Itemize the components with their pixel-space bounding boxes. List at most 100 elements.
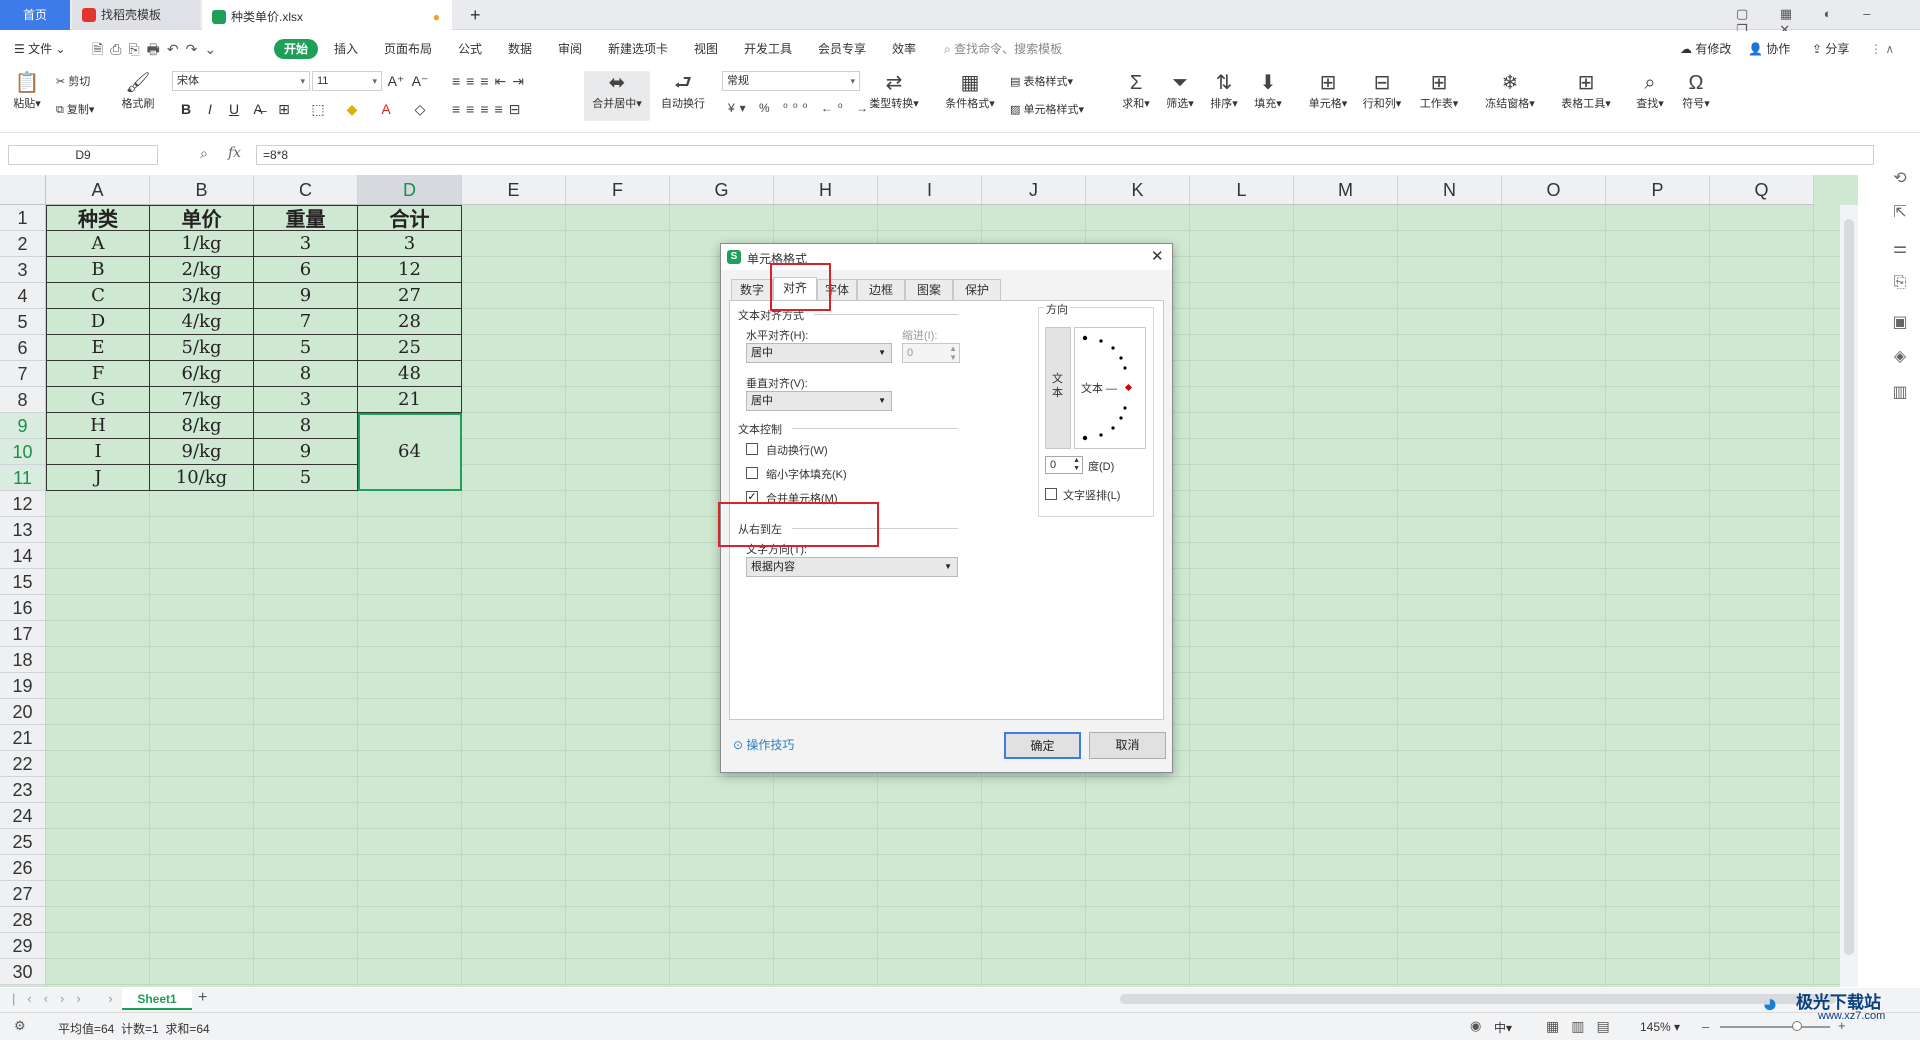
menu-review[interactable]: 审阅	[558, 31, 582, 67]
menu-developer[interactable]: 开发工具	[744, 31, 792, 67]
row-header[interactable]: 28	[0, 907, 46, 933]
decrease-font-icon[interactable]: A⁻	[410, 71, 430, 91]
collaborate-button[interactable]: 👤 协作	[1748, 31, 1790, 67]
type-convert-button[interactable]: ⇄ 类型转换▾	[864, 71, 924, 111]
table-cell[interactable]: 3	[358, 231, 462, 257]
table-cell[interactable]: 8/kg	[150, 413, 254, 439]
row-header[interactable]: 19	[0, 673, 46, 699]
menu-home[interactable]: 开始	[274, 39, 319, 59]
table-cell[interactable]: 5	[254, 335, 358, 361]
file-menu[interactable]: ☰ 文件 ⌄	[14, 31, 66, 67]
close-icon[interactable]: ✕	[1151, 247, 1164, 265]
table-cell[interactable]: 7	[254, 309, 358, 335]
tab-home[interactable]: 首页	[0, 0, 70, 30]
zoom-out-icon[interactable]: –	[1702, 1019, 1709, 1034]
wrap-text-button[interactable]: ⮐ 自动换行	[656, 71, 710, 111]
orientation-dial[interactable]: 文本 —	[1074, 327, 1146, 449]
table-cell[interactable]: 10/kg	[150, 465, 254, 491]
table-cell[interactable]: 25	[358, 335, 462, 361]
symbol-button[interactable]: Ω 符号▾	[1676, 71, 1716, 111]
table-cell[interactable]: 9	[254, 439, 358, 465]
select-all-corner[interactable]	[0, 175, 46, 205]
table-cell[interactable]: B	[46, 257, 150, 283]
input-lang-indicator[interactable]: 中▾	[1494, 1019, 1512, 1036]
column-header[interactable]: O	[1502, 175, 1606, 205]
new-tab-button[interactable]: +	[462, 0, 490, 30]
row-header[interactable]: 26	[0, 855, 46, 881]
table-tools-button[interactable]: ⊞ 表格工具▾	[1556, 71, 1616, 111]
side-properties-icon[interactable]: ⚌	[1880, 238, 1920, 258]
column-header[interactable]: K	[1086, 175, 1190, 205]
row-header[interactable]: 1	[0, 205, 46, 231]
name-box[interactable]: D9	[8, 145, 158, 165]
fill-button[interactable]: ⬇ 填充▾	[1248, 71, 1288, 111]
view-mode-icons[interactable]: ▦▥▤	[1546, 1018, 1622, 1035]
sum-button[interactable]: Σ 求和▾	[1116, 71, 1156, 111]
cell-style-button[interactable]: ▨ 单元格样式▾	[1010, 101, 1084, 117]
format-painter-button[interactable]: 🖌 格式刷	[118, 71, 158, 111]
paste-button[interactable]: 📋 粘贴▾	[10, 71, 44, 111]
column-header[interactable]: A	[46, 175, 150, 205]
eye-protection-icon[interactable]: ◉	[1470, 1018, 1481, 1034]
row-header[interactable]: 24	[0, 803, 46, 829]
underline-icon[interactable]: U	[224, 99, 244, 119]
table-cell[interactable]: 5	[254, 465, 358, 491]
table-cell[interactable]: 8	[254, 361, 358, 387]
menu-insert[interactable]: 插入	[334, 31, 358, 67]
sort-button[interactable]: ⇅ 排序▾	[1204, 71, 1244, 111]
vertical-text-box[interactable]: 文本	[1045, 327, 1071, 449]
freeze-panes-button[interactable]: ❄ 冻结窗格▾	[1480, 71, 1540, 111]
zoom-formula-icon[interactable]: ⌕	[200, 145, 208, 162]
zoom-select[interactable]: 145% ▾	[1640, 1020, 1680, 1034]
table-cell[interactable]: 9	[254, 283, 358, 309]
row-header[interactable]: 23	[0, 777, 46, 803]
cells-button[interactable]: ⊞ 单元格▾	[1304, 71, 1352, 111]
table-cell[interactable]: 28	[358, 309, 462, 335]
clear-format-icon[interactable]: ◇	[410, 99, 430, 119]
row-header[interactable]: 21	[0, 725, 46, 751]
row-header[interactable]: 11	[0, 465, 46, 491]
row-header[interactable]: 20	[0, 699, 46, 725]
menu-efficiency[interactable]: 效率	[892, 31, 916, 67]
side-book-icon[interactable]: ▥	[1880, 382, 1920, 402]
text-direction-select[interactable]: 根据内容	[746, 557, 958, 577]
horizontal-align-select[interactable]: 居中	[746, 343, 892, 363]
row-header[interactable]: 29	[0, 933, 46, 959]
menu-member[interactable]: 会员专享	[818, 31, 866, 67]
align-bottom-row-icons[interactable]: ≡≡≡≡⊟	[452, 101, 526, 118]
table-cell[interactable]: D	[46, 309, 150, 335]
cut-button[interactable]: ✂ 剪切	[56, 73, 90, 89]
table-header-cell[interactable]: 合计	[358, 205, 462, 231]
table-cell[interactable]: H	[46, 413, 150, 439]
row-header[interactable]: 15	[0, 569, 46, 595]
row-header[interactable]: 10	[0, 439, 46, 465]
tab-protection[interactable]: 保护	[953, 279, 1001, 300]
horizontal-scroll-thumb[interactable]	[1120, 994, 1836, 1004]
row-header[interactable]: 27	[0, 881, 46, 907]
sheet-tab-sheet1[interactable]: Sheet1	[122, 988, 192, 1010]
highlight-icon[interactable]: ◆	[342, 99, 362, 119]
find-button[interactable]: ⌕ 查找▾	[1630, 71, 1670, 111]
vertical-stack-checkbox[interactable]	[1045, 488, 1057, 500]
row-header[interactable]: 14	[0, 543, 46, 569]
font-size-select[interactable]: 11	[312, 71, 382, 91]
row-col-button[interactable]: ⊟ 行和列▾	[1358, 71, 1406, 111]
row-header[interactable]: 13	[0, 517, 46, 543]
side-image-icon[interactable]: ▣	[1880, 312, 1920, 332]
degree-spinner[interactable]: 0 ▲ ▼	[1045, 456, 1083, 474]
menu-page-layout[interactable]: 页面布局	[384, 31, 432, 67]
table-cell[interactable]: 6	[254, 257, 358, 283]
cancel-button[interactable]: 取消	[1089, 732, 1166, 759]
menu-formula[interactable]: 公式	[458, 31, 482, 67]
worksheet-button[interactable]: ⊞ 工作表▾	[1414, 71, 1464, 111]
table-cell[interactable]: I	[46, 439, 150, 465]
row-header[interactable]: 3	[0, 257, 46, 283]
row-header[interactable]: 9	[0, 413, 46, 439]
font-name-select[interactable]: 宋体	[172, 71, 310, 91]
table-header-cell[interactable]: 单价	[150, 205, 254, 231]
table-cell[interactable]: 21	[358, 387, 462, 413]
column-header[interactable]: I	[878, 175, 982, 205]
table-cell[interactable]: 2/kg	[150, 257, 254, 283]
row-header[interactable]: 12	[0, 491, 46, 517]
shrink-fit-checkbox[interactable]	[746, 467, 758, 479]
